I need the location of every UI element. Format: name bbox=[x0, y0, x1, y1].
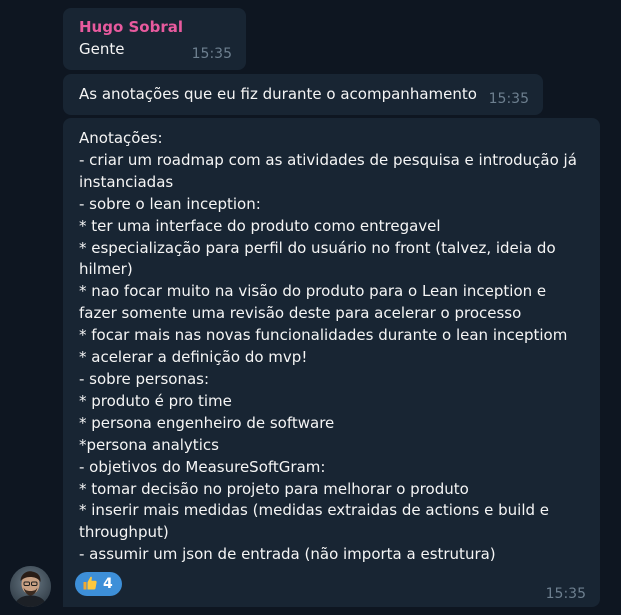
message-bubble[interactable]: As anotações que eu fiz durante o acompa… bbox=[63, 74, 543, 115]
message-line: * ter uma interface do produto como entr… bbox=[79, 216, 441, 235]
message-line: * persona engenheiro de software bbox=[79, 413, 335, 432]
chat-area: Hugo Sobral Gente 15:35 As anotações que… bbox=[0, 0, 621, 615]
message-time: 15:35 bbox=[545, 586, 586, 602]
message-time: 15:35 bbox=[191, 46, 232, 62]
message-line: fazer somente uma revisão deste para ace… bbox=[79, 304, 522, 323]
message-line: * acelerar a definição do mvp! bbox=[79, 348, 308, 367]
message-text: As anotações que eu fiz durante o acompa… bbox=[79, 85, 477, 103]
reaction-button[interactable]: 4 bbox=[75, 572, 122, 596]
message-bubble[interactable]: Hugo Sobral Gente 15:35 bbox=[63, 8, 246, 70]
message-time: 15:35 bbox=[488, 91, 529, 107]
message-line: * nao focar muito na visão do produto pa… bbox=[79, 282, 547, 301]
avatar[interactable] bbox=[10, 566, 51, 607]
message-line: instanciadas bbox=[79, 172, 174, 191]
message-line: *persona analytics bbox=[79, 435, 219, 454]
message-line: * focar mais nas novas funcionalidades d… bbox=[79, 326, 568, 345]
message-line: * especialização para perfil do usuário … bbox=[79, 238, 556, 257]
message-line: throughput) bbox=[79, 523, 169, 542]
message-line: - criar um roadmap com as atividades de … bbox=[79, 150, 577, 169]
message-text: Gente bbox=[79, 40, 125, 58]
message-line: hilmer) bbox=[79, 260, 133, 279]
message-line: * produto é pro time bbox=[79, 391, 232, 410]
message-line: - sobre personas: bbox=[79, 369, 210, 388]
sender-name[interactable]: Hugo Sobral bbox=[79, 18, 183, 36]
message-line: * tomar decisão no projeto para melhorar… bbox=[79, 479, 469, 498]
message-line: Anotações: bbox=[79, 129, 163, 147]
message-line: - assumir um json de entrada (não import… bbox=[79, 545, 496, 564]
message-line: * inserir mais medidas (medidas extraida… bbox=[79, 501, 550, 520]
message-text: Anotações: - criar um roadmap com as ati… bbox=[79, 128, 584, 566]
message-line: - sobre o lean inception: bbox=[79, 194, 261, 213]
reaction-count: 4 bbox=[103, 576, 113, 592]
thumbs-up-icon bbox=[82, 575, 98, 594]
message-line: - objetivos do MeasureSoftGram: bbox=[79, 457, 326, 476]
message-bubble[interactable]: Anotações: - criar um roadmap com as ati… bbox=[63, 118, 600, 607]
